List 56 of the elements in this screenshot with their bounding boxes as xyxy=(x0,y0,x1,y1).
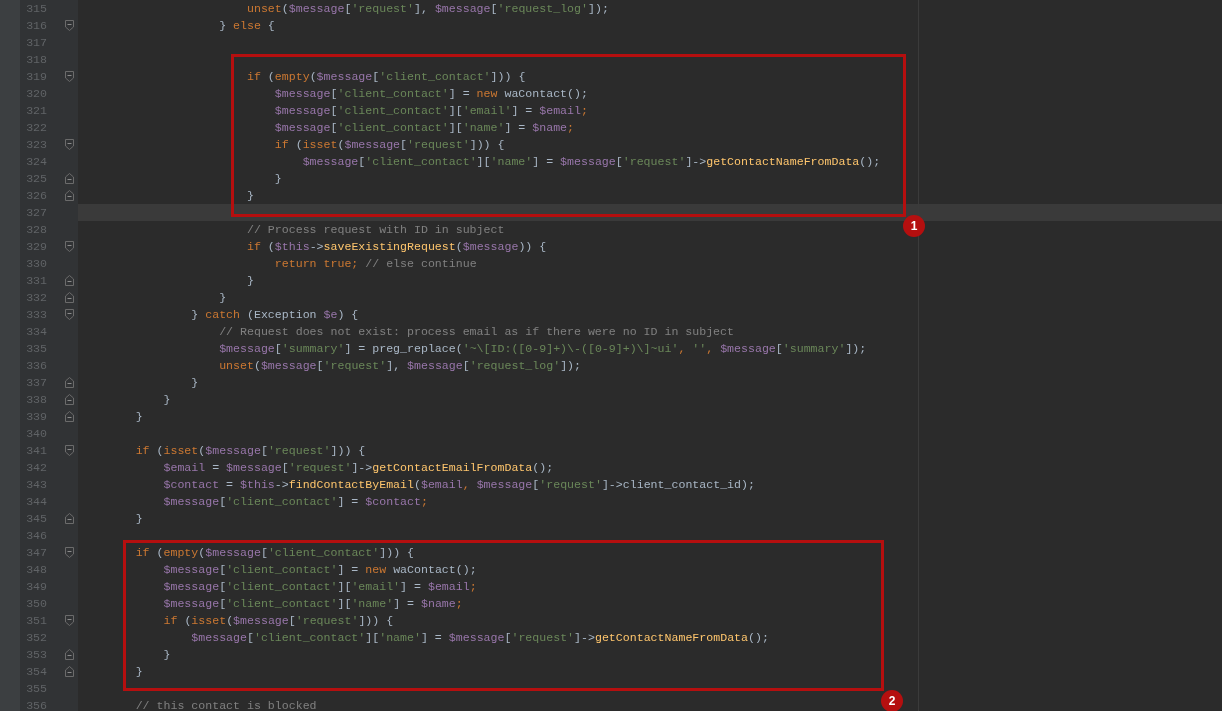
code-line: } xyxy=(162,393,171,406)
code-line: if (isset($message['request'])) { xyxy=(162,614,394,627)
code-line: } xyxy=(134,665,143,678)
code-line: } else { xyxy=(218,19,275,32)
code-line: } xyxy=(218,291,227,304)
code-line: $message['client_contact'] = $contact; xyxy=(162,495,428,508)
fold-icon[interactable] xyxy=(65,666,74,677)
code-line: $message['client_contact']['email'] = $email; xyxy=(273,104,588,117)
fold-icon[interactable] xyxy=(65,411,74,422)
fold-icon[interactable] xyxy=(65,173,74,184)
fold-icon[interactable] xyxy=(65,71,74,82)
code-line: // Process request with ID in subject xyxy=(245,223,505,236)
code-line: if (empty($message['client_contact'])) { xyxy=(245,70,526,83)
code-line: $message['summary'] = preg_replace('~\[ID:([0-9]+)\-([0-9]+)\]~ui', '', $message['summary']); xyxy=(218,342,867,355)
code-line: unset($message['request'], $message['request_log']); xyxy=(218,359,581,372)
code-line: $email = $message['request']->getContactEmailFromData(); xyxy=(162,461,554,474)
fold-icon[interactable] xyxy=(65,445,74,456)
code-line: // this contact is blocked xyxy=(134,699,317,711)
fold-icon[interactable] xyxy=(65,190,74,201)
code-line: return true; // else continue xyxy=(273,257,477,270)
code-line: unset($message['request'], $message['request_log']); xyxy=(245,2,609,15)
code-line: $message['client_contact']['name'] = $name; xyxy=(162,597,463,610)
fold-icon[interactable] xyxy=(65,20,74,31)
code-line: } xyxy=(162,648,171,661)
code-line: $message['client_contact']['name'] = $message['request']->getContactNameFromData(); xyxy=(301,155,881,168)
fold-icon[interactable] xyxy=(65,309,74,320)
fold-icon[interactable] xyxy=(65,275,74,286)
code-line: } xyxy=(273,172,282,185)
fold-icon[interactable] xyxy=(65,649,74,660)
fold-icon[interactable] xyxy=(65,547,74,558)
code-line: $message['client_contact']['email'] = $email; xyxy=(162,580,477,593)
fold-icon[interactable] xyxy=(65,241,74,252)
code-line: $message['client_contact'] = new waContact(); xyxy=(273,87,588,100)
fold-icon[interactable] xyxy=(65,292,74,303)
code-line: } xyxy=(245,274,254,287)
code-line: // Request does not exist: process email as if there were no ID in subject xyxy=(218,325,734,338)
code-line: } xyxy=(245,189,254,202)
code-line: } xyxy=(134,512,143,525)
code-line: if ($this->saveExistingRequest($message)) { xyxy=(245,240,547,253)
code-line: if (empty($message['client_contact'])) { xyxy=(134,546,415,559)
code-line: $message['client_contact'] = new waContact(); xyxy=(162,563,477,576)
code-line: } xyxy=(190,376,199,389)
code-line: $message['client_contact']['name'] = $message['request']->getContactNameFromData(); xyxy=(190,631,769,644)
code-line: if (isset($message['request'])) { xyxy=(134,444,366,457)
fold-icon[interactable] xyxy=(65,394,74,405)
number-badge: 1 xyxy=(903,215,925,237)
number-badge: 2 xyxy=(881,690,903,711)
code-line: } catch (Exception $e) { xyxy=(190,308,359,321)
code-line: $message['client_contact']['name'] = $name; xyxy=(273,121,575,134)
fold-icon[interactable] xyxy=(65,615,74,626)
fold-icon[interactable] xyxy=(65,139,74,150)
fold-icon[interactable] xyxy=(65,513,74,524)
code-line: } xyxy=(134,410,143,423)
code-line: if (isset($message['request'])) { xyxy=(273,138,505,151)
code-line: $contact = $this->findContactByEmail($email, $message['request']->client_contact_id); xyxy=(162,478,755,491)
fold-icon[interactable] xyxy=(65,377,74,388)
